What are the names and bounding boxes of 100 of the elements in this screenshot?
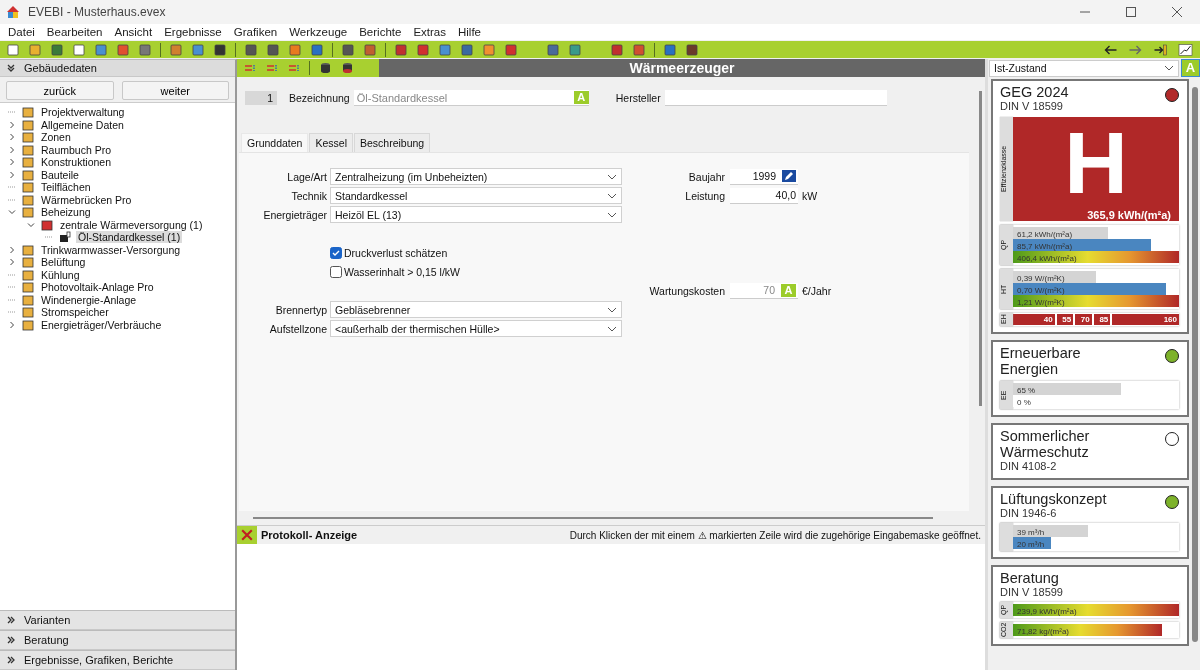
name-field[interactable]: Öl-Standardkessel A xyxy=(353,90,589,106)
expander-icon[interactable] xyxy=(8,320,16,329)
tree-item[interactable]: Teilflächen xyxy=(39,181,93,194)
menu-item[interactable]: Ansicht xyxy=(108,26,159,38)
toolbar-icon[interactable] xyxy=(461,43,473,56)
toolbar-icon[interactable] xyxy=(686,43,698,56)
tree-item[interactable]: Bauteile xyxy=(39,168,81,181)
toolbar-icon[interactable] xyxy=(95,43,107,56)
expander-icon[interactable] xyxy=(8,158,16,167)
card-title: GEG 2024 xyxy=(1000,84,1070,100)
panel-header[interactable]: Beratung xyxy=(0,630,235,650)
expander-icon[interactable] xyxy=(8,145,16,154)
arrow-bar-icon[interactable] xyxy=(1153,43,1168,56)
bar-value: 406,4 kWh/(m²a) xyxy=(1016,254,1077,263)
menu-item[interactable]: Datei xyxy=(2,26,41,38)
number-field[interactable]: 40,0 xyxy=(730,187,798,204)
tree-item[interactable]: zentrale Wärmeversorgung (1) xyxy=(58,218,205,231)
toolbar-icon[interactable] xyxy=(439,43,451,56)
panel-header[interactable]: Varianten xyxy=(0,610,235,630)
tree-item[interactable]: Öl-Standardkessel (1) xyxy=(76,231,183,244)
database-icon[interactable] xyxy=(341,62,353,74)
toolbar-icon[interactable] xyxy=(342,43,354,56)
toolbar-icon[interactable] xyxy=(73,43,85,56)
tree-item[interactable]: Stromspeicher xyxy=(39,306,111,319)
dropdown[interactable]: <außerhalb der thermischen Hülle> xyxy=(330,320,622,337)
nav-button[interactable]: zurück xyxy=(6,81,114,100)
toolbar-icon[interactable] xyxy=(51,43,63,56)
toolbar-icon[interactable] xyxy=(547,43,559,56)
expander-icon[interactable] xyxy=(8,133,16,142)
forward-arrow-icon[interactable] xyxy=(1128,43,1143,56)
toolbar-icon[interactable] xyxy=(569,43,581,56)
toolbar-icon[interactable] xyxy=(633,43,645,56)
panel-header[interactable]: Gebäudedaten xyxy=(0,60,235,77)
menu-item[interactable]: Berichte xyxy=(353,26,408,38)
back-arrow-icon[interactable] xyxy=(1103,43,1118,56)
dropdown[interactable]: Zentralheizung (im Unbeheizten) xyxy=(330,168,622,185)
toolbar-icon[interactable] xyxy=(192,43,204,56)
number-field[interactable]: 1999 xyxy=(730,168,798,185)
tree-item[interactable]: Trinkwarmwasser-Versorgung xyxy=(39,243,183,256)
dropdown[interactable]: Gebläsebrenner xyxy=(330,301,622,318)
caret-icon xyxy=(607,325,617,332)
tree-item[interactable]: Allgemeine Daten xyxy=(39,118,126,131)
house-icon xyxy=(6,5,20,19)
toolbar-icon[interactable] xyxy=(483,43,495,56)
tree-item[interactable]: Zonen xyxy=(39,131,73,144)
tree-item[interactable]: Beheizung xyxy=(39,206,93,219)
expander-icon[interactable] xyxy=(8,208,16,217)
tab[interactable]: Kessel xyxy=(309,133,353,152)
chart-icon[interactable] xyxy=(1178,43,1193,56)
toolbar-icon[interactable] xyxy=(267,43,279,56)
toolbar-icon[interactable] xyxy=(245,43,257,56)
toolbar-icon[interactable] xyxy=(117,43,129,56)
dropdown[interactable]: Standardkessel xyxy=(330,187,622,204)
expander-icon[interactable] xyxy=(8,245,16,254)
toolbar-icon[interactable] xyxy=(505,43,517,56)
menu-item[interactable]: Werkzeuge xyxy=(283,26,354,38)
checkbox[interactable] xyxy=(330,246,342,259)
menu-item[interactable]: Ergebnisse xyxy=(158,26,228,38)
expander-icon[interactable] xyxy=(27,220,35,229)
toolbar-icon[interactable] xyxy=(664,43,676,56)
horizontal-scrollbar[interactable] xyxy=(253,517,933,519)
variant-dropdown[interactable]: Ist-Zustand xyxy=(989,59,1179,77)
toolbar-icon[interactable] xyxy=(7,43,19,56)
tree-item[interactable]: Energieträger/Verbräuche xyxy=(39,318,164,331)
menu-item[interactable]: Bearbeiten xyxy=(40,26,109,38)
expander-icon[interactable] xyxy=(8,120,16,129)
toolbar-icon[interactable] xyxy=(611,43,623,56)
dropdown[interactable]: Heizöl EL (13) xyxy=(330,206,622,223)
toolbar-icon[interactable] xyxy=(289,43,301,56)
toolbar-icon[interactable] xyxy=(214,43,226,56)
tree-item[interactable]: Windenergie-Anlage xyxy=(39,293,139,306)
tree-item[interactable]: Wärmebrücken Pro xyxy=(39,193,134,206)
input-field[interactable] xyxy=(664,90,887,106)
tree-item[interactable]: Kühlung xyxy=(39,268,82,281)
expander-icon[interactable] xyxy=(8,170,16,179)
scale-segment: 160 xyxy=(1112,314,1179,325)
tab[interactable]: Grunddaten xyxy=(241,133,309,152)
expander-icon[interactable] xyxy=(8,258,16,267)
tree-item[interactable]: Konstruktionen xyxy=(39,156,114,169)
number-field[interactable]: 70 A xyxy=(730,282,798,299)
toolbar-icon[interactable] xyxy=(364,43,376,56)
toolbar-icon[interactable] xyxy=(417,43,429,56)
menu-item[interactable]: Hilfe xyxy=(451,26,487,38)
tab[interactable]: Beschreibung xyxy=(354,133,431,152)
toolbar-icon[interactable] xyxy=(170,43,182,56)
close-protocol-button[interactable] xyxy=(237,526,257,544)
tree-item[interactable]: Photovoltaik-Anlage Pro xyxy=(39,281,156,294)
checkbox[interactable] xyxy=(330,265,342,278)
tree-item[interactable]: Projektverwaltung xyxy=(39,106,127,119)
toolbar-icon[interactable] xyxy=(139,43,151,56)
toolbar-icon[interactable] xyxy=(311,43,323,56)
pencil-icon[interactable] xyxy=(782,170,796,182)
tree-item[interactable]: Belüftung xyxy=(39,256,88,269)
tree-item[interactable]: Raumbuch Pro xyxy=(39,143,114,156)
nav-button[interactable]: weiter xyxy=(121,81,229,100)
panel-header[interactable]: Ergebnisse, Grafiken, Berichte xyxy=(0,650,235,670)
menu-item[interactable]: Extras xyxy=(407,26,452,38)
toolbar-icon[interactable] xyxy=(395,43,407,56)
database-icon[interactable] xyxy=(319,62,331,74)
menu-item[interactable]: Grafiken xyxy=(227,26,284,38)
